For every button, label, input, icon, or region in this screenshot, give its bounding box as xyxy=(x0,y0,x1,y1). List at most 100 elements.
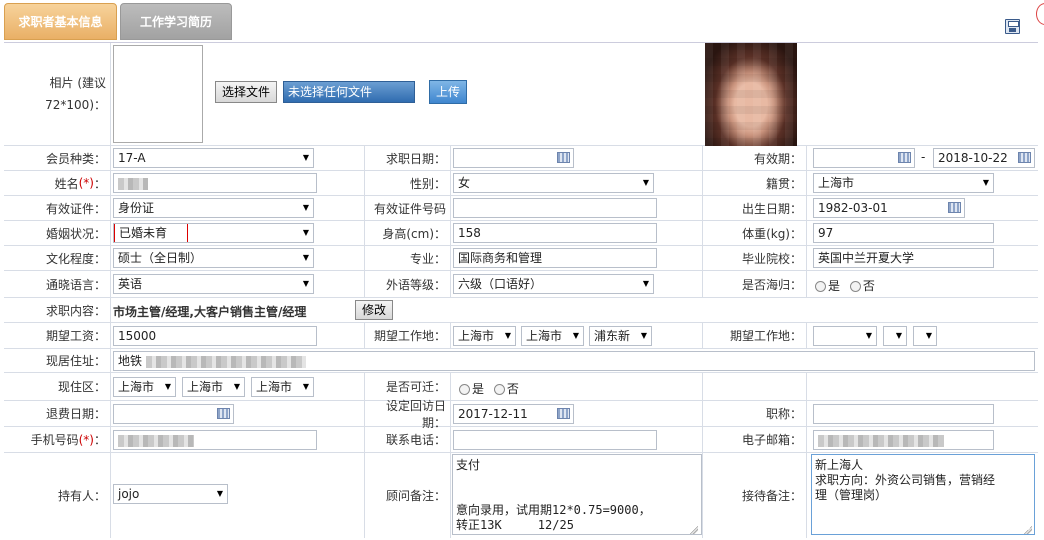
row-contact: 手机号码 (*)： 联系电话： 电子邮箱： xyxy=(4,427,1038,453)
salary-cell: 15000 xyxy=(111,323,365,348)
language-level-select[interactable]: 六级（口语好） xyxy=(453,274,654,294)
major-cell: 国际商务和管理 xyxy=(451,246,703,270)
relocate-no-radio[interactable] xyxy=(493,384,505,395)
reception-note-textarea[interactable]: 新上海人 求职方向：外资公司销售，营销经 理（管理岗） xyxy=(811,454,1035,535)
relocate-radio-group: 是 否 xyxy=(459,380,519,397)
tab-bar: 求职者基本信息 工作学习简历 xyxy=(0,0,1044,42)
work-place2-city-select[interactable] xyxy=(883,326,907,346)
tab-basic-info[interactable]: 求职者基本信息 xyxy=(4,3,117,40)
save-icon[interactable] xyxy=(1005,19,1020,34)
language-select[interactable]: 英语 xyxy=(113,274,314,294)
holder-cell: jojo xyxy=(111,453,365,538)
required-mark: (*) xyxy=(78,432,94,447)
district-province-select[interactable]: 上海市 xyxy=(113,377,176,397)
applicant-form: 相片 (建议 72*100)： 选择文件 未选择任何文件 上传 会员种类： 17… xyxy=(4,42,1038,540)
job-title-input[interactable] xyxy=(813,404,994,424)
overseas-no-radio[interactable] xyxy=(849,281,861,292)
education-select[interactable]: 硕士（全日制） xyxy=(113,248,314,268)
native-place-cell: 上海市 xyxy=(807,171,1038,195)
calendar-icon[interactable] xyxy=(557,152,570,163)
row-address: 现居住址： 地铁 xyxy=(4,349,1038,373)
relocate-cell: 是 否 xyxy=(451,373,703,400)
language-cell: 英语 xyxy=(111,271,365,297)
name-input[interactable] xyxy=(113,173,317,193)
valid-start-input[interactable] xyxy=(813,148,915,168)
work-place-city-select[interactable]: 上海市 xyxy=(521,326,584,346)
choose-file-button[interactable]: 选择文件 xyxy=(215,81,278,103)
gender-label: 性别： xyxy=(365,171,451,195)
district-city-select[interactable]: 上海市 xyxy=(182,377,245,397)
salary-input[interactable]: 15000 xyxy=(113,326,317,346)
overseas-label: 是否海归： xyxy=(703,271,807,297)
height-input[interactable]: 158 xyxy=(453,223,657,243)
revisit-date-label: 设定回访日期： xyxy=(365,399,451,430)
refund-date-label: 退费日期： xyxy=(4,401,111,426)
overseas-no-label: 否 xyxy=(862,279,875,293)
calendar-icon[interactable] xyxy=(898,152,911,163)
row-notes: 持有人： jojo 顾问备注： 支付 意向录用，试用期12*0.75=9000，… xyxy=(4,453,1038,538)
name-label: 姓名 (*)： xyxy=(4,171,111,195)
holder-select[interactable]: jojo xyxy=(113,484,228,504)
valid-end-input[interactable]: 2018-10-22 xyxy=(933,148,1035,168)
address-input[interactable]: 地铁 xyxy=(113,351,1035,371)
calendar-icon[interactable] xyxy=(557,408,570,419)
member-type-select[interactable]: 17-A xyxy=(113,148,314,168)
work-place2-province-select[interactable] xyxy=(813,326,877,346)
marital-label: 婚姻状况： xyxy=(4,221,111,245)
refund-date-input[interactable] xyxy=(113,404,234,424)
address-value: 地铁 xyxy=(118,354,143,368)
overseas-yes-label: 是 xyxy=(828,279,841,293)
work-place2-district-select[interactable] xyxy=(913,326,937,346)
marital-value: 已婚未育 xyxy=(114,224,188,242)
language-label: 通晓语言： xyxy=(4,271,111,297)
language-level-cell: 六级（口语好） xyxy=(451,271,703,297)
calendar-icon[interactable] xyxy=(1018,152,1031,163)
phone-cell xyxy=(451,427,703,452)
calendar-icon[interactable] xyxy=(217,408,230,419)
education-label: 文化程度： xyxy=(4,246,111,270)
height-cell: 158 xyxy=(451,221,703,245)
weight-input[interactable]: 97 xyxy=(813,223,994,243)
overseas-yes-radio[interactable] xyxy=(815,281,826,292)
revisit-date-input[interactable]: 2017-12-11 xyxy=(453,404,574,424)
name-label-colon: ： xyxy=(93,176,106,191)
language-level-label: 外语等级： xyxy=(365,271,451,297)
gender-select[interactable]: 女 xyxy=(453,173,654,193)
upload-button[interactable]: 上传 xyxy=(429,80,468,104)
relocate-yes-radio[interactable] xyxy=(459,384,470,395)
apply-date-cell xyxy=(451,146,703,170)
weight-cell: 97 xyxy=(807,221,1038,245)
row-member-type: 会员种类： 17-A 求职日期： 有效期： - 2018-10-22 xyxy=(4,146,1038,171)
close-icon[interactable] xyxy=(1036,3,1044,25)
work-place-province-select[interactable]: 上海市 xyxy=(453,326,516,346)
school-input[interactable]: 英国中兰开夏大学 xyxy=(813,248,994,268)
redacted-mobile xyxy=(118,434,194,447)
native-place-select[interactable]: 上海市 xyxy=(813,173,994,193)
resize-handle[interactable] xyxy=(1024,526,1032,534)
email-input[interactable] xyxy=(813,430,994,450)
district-area-select[interactable]: 上海市 xyxy=(251,377,314,397)
id-type-select[interactable]: 身份证 xyxy=(113,198,314,218)
consultant-note-label: 顾问备注： xyxy=(365,453,451,538)
holder-label: 持有人： xyxy=(4,453,111,538)
work-place-district-select[interactable]: 浦东新 xyxy=(589,326,652,346)
resize-handle[interactable] xyxy=(690,526,698,534)
modify-button[interactable]: 修改 xyxy=(355,300,394,320)
major-input[interactable]: 国际商务和管理 xyxy=(453,248,657,268)
marital-select[interactable]: 已婚未育 xyxy=(113,223,314,243)
gender-cell: 女 xyxy=(451,171,703,195)
mobile-input[interactable] xyxy=(113,430,317,450)
tab-resume[interactable]: 工作学习简历 xyxy=(120,3,232,40)
job-title-cell xyxy=(807,401,1038,426)
apply-date-input[interactable] xyxy=(453,148,574,168)
calendar-icon[interactable] xyxy=(948,202,961,213)
phone-input[interactable] xyxy=(453,430,657,450)
mobile-cell xyxy=(111,427,365,452)
consultant-note-textarea[interactable]: 支付 意向录用，试用期12*0.75=9000， 转正13K 12/25 xyxy=(452,454,702,535)
id-number-input[interactable] xyxy=(453,198,657,218)
valid-period-label: 有效期： xyxy=(703,146,807,170)
applicant-photo xyxy=(705,43,797,146)
birth-date-input[interactable]: 1982-03-01 xyxy=(813,198,965,218)
empty-cell-b xyxy=(807,373,1038,400)
mobile-label-text: 手机号码 xyxy=(30,433,79,447)
